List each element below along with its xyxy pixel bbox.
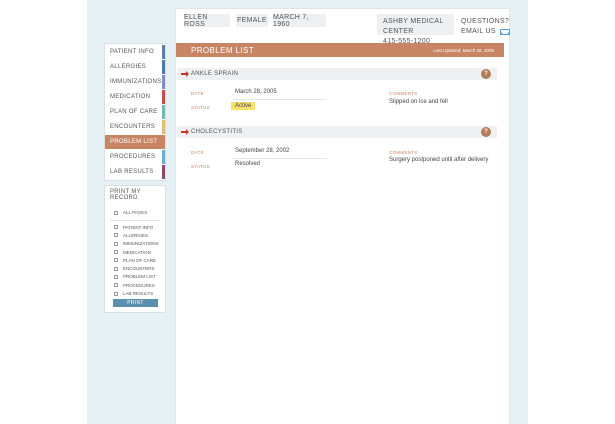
print-option-checkbox[interactable] [114, 250, 118, 255]
arrow-right-icon [181, 129, 189, 135]
print-title: PRINT MY RECORD [110, 189, 141, 201]
date-label: DATE [191, 91, 204, 96]
print-option-checkbox[interactable] [114, 274, 118, 279]
sidebar-color-bar [162, 165, 165, 179]
problem-comments: Slipped on ice and fell [389, 99, 448, 105]
sidebar-item-medication[interactable]: MEDICATION [105, 90, 165, 104]
print-option-row[interactable]: ENCOUNTERS [105, 264, 165, 272]
questions-label: QUESTIONS? [461, 18, 510, 25]
sidebar-item-label: LAB RESULTS [110, 169, 154, 175]
sidebar-color-bar [162, 45, 165, 59]
sidebar-color-bar [162, 90, 165, 104]
sidebar-item-patient-info[interactable]: PATIENT INFO [105, 45, 165, 59]
print-option-checkbox[interactable] [114, 258, 118, 263]
print-option-label: IMMUNIZATIONS [123, 241, 159, 247]
sidebar-item-encounters[interactable]: ENCOUNTERS [105, 120, 165, 134]
sidebar-item-label: PROCEDURES [110, 154, 156, 160]
print-option-row[interactable]: PLAN OF CARE [105, 256, 165, 264]
status-badge: Active [231, 102, 256, 110]
sidebar-item-label: IMMUNIZATIONS [110, 79, 162, 85]
print-option-label: ALLERGIES [123, 232, 149, 238]
status-label: STATUS [191, 164, 210, 169]
print-option-row[interactable]: ALLERGIES [105, 231, 165, 239]
patient-gender: FEMALE [236, 14, 268, 27]
help-icon[interactable]: ? [481, 127, 491, 137]
problem-comments: Surgery postponed until after delivery [389, 157, 489, 163]
print-record-panel: PRINT MY RECORD ALL PAGES PATIENT INFO AL… [104, 185, 166, 313]
problem-date: September 28, 2002 [235, 148, 290, 154]
problem-name: CHOLECYSTITIS [191, 129, 243, 135]
clinic-info: ASHBY MEDICAL CENTER 415-555-1200 [377, 14, 454, 45]
print-option-row[interactable]: PATIENT INFO [105, 223, 165, 231]
print-option-row[interactable]: LAB RESULTS [105, 289, 165, 297]
sidebar-item-procedures[interactable]: PROCEDURES [105, 150, 165, 164]
all-pages-label: ALL PAGES [123, 210, 148, 215]
clinic-name: ASHBY MEDICAL CENTER [383, 18, 444, 35]
print-option-checkbox[interactable] [114, 283, 118, 288]
date-underline [233, 99, 326, 100]
all-pages-checkbox[interactable] [114, 210, 118, 215]
sidebar-color-bar [162, 150, 165, 164]
sidebar-color-bar [162, 120, 165, 134]
page-title: PROBLEM LIST [191, 45, 255, 55]
print-option-label: PROBLEM LIST [123, 274, 156, 280]
print-option-label: PROCEDURES [123, 282, 155, 288]
print-divider [110, 220, 160, 221]
date-label: DATE [191, 150, 204, 155]
problem-status: Resolved [235, 161, 261, 167]
sidebar-color-bar [162, 75, 165, 89]
sidebar-nav: PATIENT INFO ALLERGIES IMMUNIZATIONS MEDICA… [104, 43, 166, 181]
print-option-row[interactable]: MEDICATION [105, 248, 165, 256]
print-option-checkbox[interactable] [114, 266, 118, 271]
print-button[interactable]: PRINT [113, 299, 158, 307]
print-option-checkbox[interactable] [114, 241, 118, 246]
contact-block: QUESTIONS? EMAIL US [461, 17, 510, 37]
sidebar-item-plan-of-care[interactable]: PLAN OF CARE [105, 105, 165, 119]
print-option-row[interactable]: PROBLEM LIST [105, 273, 165, 281]
sidebar-item-allergies[interactable]: ALLERGIES [105, 60, 165, 74]
problem-date: March 28, 2005 [235, 89, 277, 95]
sidebar-item-label: PATIENT INFO [110, 49, 154, 55]
sidebar-item-label: PLAN OF CARE [110, 109, 158, 115]
sidebar-item-immunizations[interactable]: IMMUNIZATIONS [105, 75, 165, 89]
sidebar-item-label: PROBLEM LIST [110, 139, 158, 145]
print-option-checkbox[interactable] [114, 291, 118, 296]
email-us-link[interactable]: EMAIL US [461, 27, 510, 37]
print-option-row[interactable]: PROCEDURES [105, 281, 165, 289]
print-option-checkbox[interactable] [114, 225, 118, 230]
help-icon[interactable]: ? [481, 69, 491, 79]
section-header: PROBLEM LIST Last Updated: March 28, 200… [176, 43, 504, 57]
arrow-right-icon [181, 71, 189, 77]
print-all-pages-row[interactable]: ALL PAGES [105, 210, 165, 215]
sidebar-item-label: MEDICATION [110, 94, 151, 100]
problem-header[interactable]: CHOLECYSTITIS ? [177, 126, 497, 138]
comments-label: COMMENTS [389, 150, 418, 155]
sidebar-color-bar [162, 105, 165, 119]
sidebar-item-label: ENCOUNTERS [110, 124, 156, 130]
last-updated: Last Updated: March 28, 2005 [433, 47, 494, 53]
print-option-label: MEDICATION [123, 249, 151, 255]
date-underline [233, 158, 326, 159]
sidebar-item-lab-results[interactable]: LAB RESULTS [105, 165, 165, 179]
patient-dob: MARCH 7, 1960 [273, 14, 326, 28]
print-option-label: PLAN OF CARE [123, 257, 157, 263]
print-option-label: ENCOUNTERS [123, 266, 155, 272]
sidebar-item-problem-list[interactable]: PROBLEM LIST [105, 135, 165, 149]
sidebar-color-bar [162, 60, 165, 74]
email-us-label: EMAIL US [461, 28, 496, 35]
comments-label: COMMENTS [389, 91, 418, 96]
patient-name: ELLEN ROSS [184, 14, 230, 28]
sidebar-item-label: ALLERGIES [110, 64, 147, 70]
envelope-icon [499, 29, 510, 35]
print-option-label: LAB RESULTS [123, 291, 154, 297]
status-label: STATUS [191, 105, 210, 110]
print-option-label: PATIENT INFO [123, 224, 154, 230]
problem-header[interactable]: ANKLE SPRAIN ? [177, 68, 497, 80]
print-option-checkbox[interactable] [114, 233, 118, 238]
problem-name: ANKLE SPRAIN [191, 71, 239, 77]
print-option-row[interactable]: IMMUNIZATIONS [105, 240, 165, 248]
